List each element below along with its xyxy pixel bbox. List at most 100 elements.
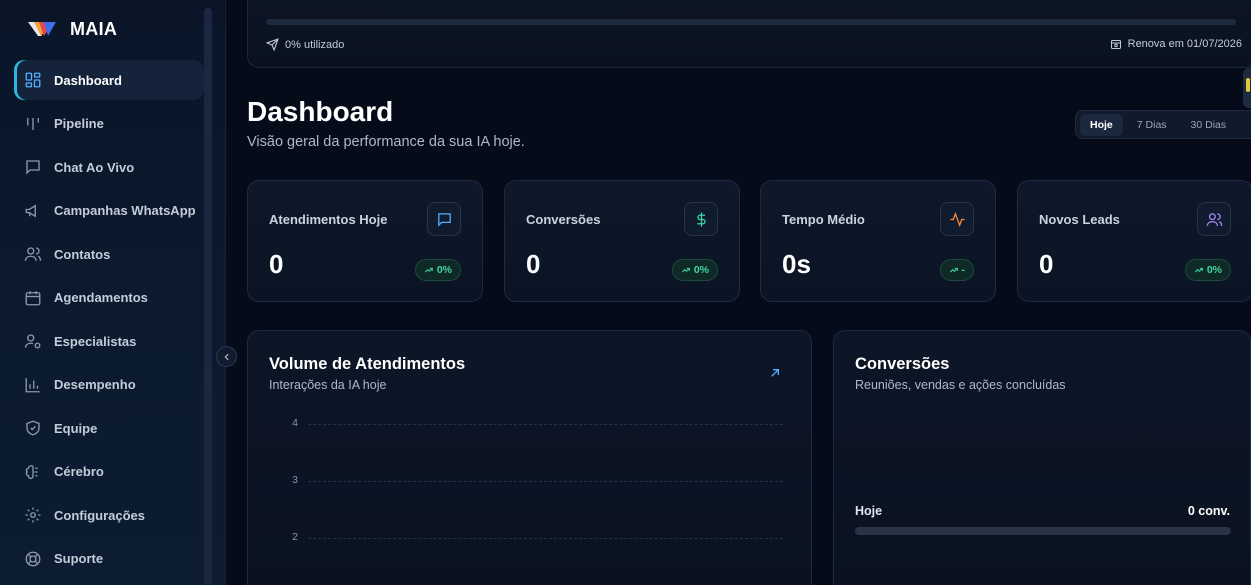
trend-value: - xyxy=(961,264,966,276)
user-cog-icon xyxy=(24,334,41,349)
pipeline-icon xyxy=(27,117,39,130)
stat-label: Conversões xyxy=(526,212,601,227)
sidebar-item-campanhas-whatsapp[interactable]: Campanhas WhatsApp xyxy=(14,191,204,231)
usage-progress-bar xyxy=(266,19,1236,25)
dollar-icon xyxy=(696,211,706,227)
usage-card: 0% utilizado Renova em 01/07/2026 xyxy=(247,0,1251,68)
trending-up-icon xyxy=(949,267,958,273)
renewal-label: Renova em 01/07/2026 xyxy=(1127,38,1242,50)
sidebar-item-cerebro[interactable]: Cérebro xyxy=(14,452,204,492)
tab-hoje[interactable]: Hoje xyxy=(1080,113,1123,136)
stat-value: 0 xyxy=(269,249,284,279)
dashboard-icon xyxy=(25,72,41,88)
conversion-row-value: 0 conv. xyxy=(1187,504,1230,518)
y-tick-label: 4 xyxy=(292,417,298,429)
sidebar-item-label: Configurações xyxy=(54,507,146,523)
sidebar-item-label: Desempenho xyxy=(54,377,136,392)
sidebar-scrollbar[interactable] xyxy=(204,8,212,585)
y-tick-label: 2 xyxy=(292,531,298,543)
trend-value: 0% xyxy=(693,264,709,276)
sidebar-item-configuracoes[interactable]: Configurações xyxy=(14,495,204,535)
sidebar-item-pipeline[interactable]: Pipeline xyxy=(14,104,204,144)
brand-name: MAIA xyxy=(70,18,118,39)
shield-icon xyxy=(26,420,40,436)
message-square-icon xyxy=(437,212,451,227)
stat-icon-box xyxy=(684,202,718,236)
sidebar-item-label: Pipeline xyxy=(54,116,104,131)
renewal-info: Renova em 01/07/2026 xyxy=(1110,38,1242,50)
send-icon xyxy=(266,38,279,51)
stat-value: 0 xyxy=(526,249,541,279)
page-title: Dashboard xyxy=(247,96,394,127)
sidebar-item-label: Agendamentos xyxy=(54,290,148,305)
sidebar-item-agendamentos[interactable]: Agendamentos xyxy=(14,278,204,318)
sidebar-item-label: Equipe xyxy=(54,420,98,436)
stat-icon-box xyxy=(427,202,461,236)
users-icon xyxy=(1206,212,1222,226)
trending-up-icon xyxy=(1194,267,1203,273)
arrow-up-right-icon[interactable] xyxy=(767,365,783,381)
conversion-progress-bar xyxy=(855,527,1231,535)
stat-label: Tempo Médio xyxy=(782,212,865,227)
widget-accent xyxy=(1246,78,1250,92)
sidebar-item-label: Cérebro xyxy=(54,464,104,479)
brain-icon xyxy=(25,464,38,479)
activity-icon xyxy=(949,211,965,227)
stat-label: Atendimentos Hoje xyxy=(269,212,388,227)
grid-line xyxy=(308,424,783,425)
trend-badge: 0% xyxy=(414,259,461,281)
main-content: 0% utilizado Renova em 01/07/2026 Dashbo… xyxy=(226,0,1251,585)
sidebar-item-especialistas[interactable]: Especialistas xyxy=(14,321,204,361)
usage-status: 0% utilizado xyxy=(266,38,344,51)
trending-up-icon xyxy=(424,267,433,273)
stat-icon-box xyxy=(940,202,974,236)
trend-badge: 0% xyxy=(1184,259,1231,281)
gear-icon xyxy=(25,507,41,523)
trend-value: 0% xyxy=(436,264,452,276)
chat-icon xyxy=(26,160,40,175)
panel-subtitle: Reuniões, vendas e ações concluídas xyxy=(855,378,1066,392)
floating-widget-handle[interactable] xyxy=(1243,68,1251,108)
stat-value: 0s xyxy=(782,249,811,279)
stat-card-conversoes: Conversões 0 0% xyxy=(504,180,740,302)
brand[interactable]: MAIA xyxy=(28,18,117,40)
sidebar-item-label: Dashboard xyxy=(54,72,122,88)
sidebar-item-label: Campanhas WhatsApp xyxy=(54,203,196,218)
sidebar-item-label: Contatos xyxy=(54,246,111,262)
panel-title: Conversões xyxy=(855,355,950,373)
conversion-row-label: Hoje xyxy=(855,504,883,518)
panel-subtitle: Interações da IA hoje xyxy=(269,378,387,392)
trend-value: 0% xyxy=(1206,264,1222,276)
sidebar-item-chat-ao-vivo[interactable]: Chat Ao Vivo xyxy=(14,147,204,187)
tab-30-dias[interactable]: 30 Dias xyxy=(1181,114,1237,136)
page-subtitle: Visão geral da performance da sua IA hoj… xyxy=(247,134,525,150)
grid-line xyxy=(308,538,783,539)
conversions-panel: Conversões Reuniões, vendas e ações conc… xyxy=(833,330,1251,585)
sidebar-item-label: Suporte xyxy=(54,551,104,566)
volume-panel: Volume de Atendimentos Interações da IA … xyxy=(247,330,812,585)
megaphone-icon xyxy=(25,204,36,217)
stat-icon-box xyxy=(1197,202,1231,236)
calendar-clock-icon xyxy=(1110,40,1121,49)
sidebar: MAIA Dashboard Pipeline Chat Ao Vivo Cam… xyxy=(0,0,226,585)
sidebar-item-dashboard[interactable]: Dashboard xyxy=(14,60,204,100)
stat-card-atendimentos: Atendimentos Hoje 0 0% xyxy=(247,180,483,302)
grid-line xyxy=(308,481,783,482)
stat-card-tempo-medio: Tempo Médio 0s - xyxy=(760,180,996,302)
sidebar-item-contatos[interactable]: Contatos xyxy=(14,234,204,274)
date-range-tabs: Hoje 7 Dias 30 Dias xyxy=(1075,110,1251,139)
trend-badge: - xyxy=(939,259,974,281)
trend-badge: 0% xyxy=(671,259,718,281)
sidebar-nav: Dashboard Pipeline Chat Ao Vivo Campanha… xyxy=(14,60,204,582)
bar-chart-icon xyxy=(25,377,40,392)
sidebar-item-desempenho[interactable]: Desempenho xyxy=(14,365,204,405)
stat-card-novos-leads: Novos Leads 0 0% xyxy=(1017,180,1251,302)
sidebar-item-equipe[interactable]: Equipe xyxy=(14,408,204,448)
stat-label: Novos Leads xyxy=(1039,212,1120,227)
stat-value: 0 xyxy=(1039,249,1054,279)
users-icon xyxy=(24,247,42,261)
sidebar-item-suporte[interactable]: Suporte xyxy=(14,539,204,579)
sidebar-item-label: Chat Ao Vivo xyxy=(54,159,135,175)
maia-logo-icon xyxy=(28,22,56,36)
tab-7-dias[interactable]: 7 Dias xyxy=(1127,114,1177,136)
